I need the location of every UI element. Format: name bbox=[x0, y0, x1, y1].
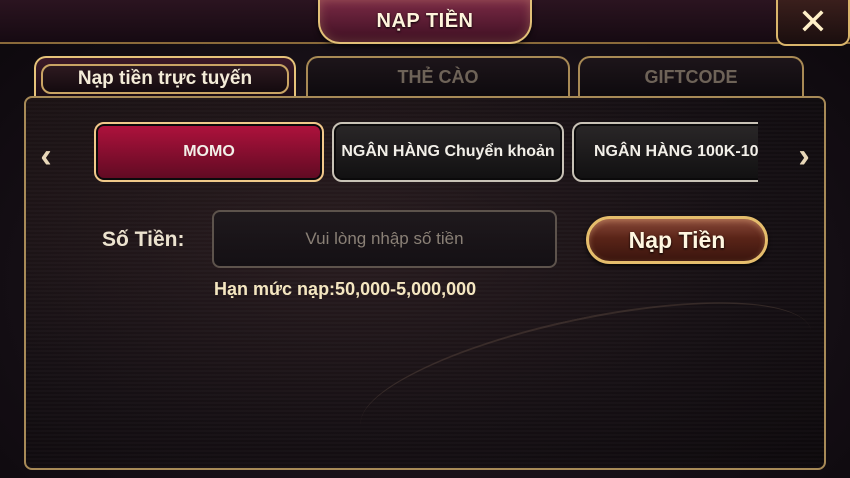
tab-label: GIFTCODE bbox=[644, 66, 738, 87]
tab-online-deposit-inner: Nạp tiền trực tuyến bbox=[41, 64, 289, 94]
method-bank-100k[interactable]: NGÂN HÀNG 100K-10 bbox=[572, 122, 758, 182]
method-label: MOMO bbox=[183, 143, 235, 160]
close-icon: ✕ bbox=[797, 1, 829, 42]
title-plate: NẠP TIỀN bbox=[318, 0, 532, 44]
tab-label: THẺ CÀO bbox=[397, 66, 479, 87]
chevron-left-icon[interactable]: ‹ bbox=[34, 137, 58, 175]
tab-card[interactable]: THẺ CÀO bbox=[306, 56, 570, 96]
amount-input[interactable] bbox=[212, 210, 557, 268]
close-button[interactable]: ✕ bbox=[776, 0, 850, 46]
payment-method-list: MOMO NGÂN HÀNG Chuyển khoản NGÂN HÀNG 10… bbox=[92, 122, 758, 184]
method-momo[interactable]: MOMO bbox=[94, 122, 324, 182]
deposit-dialog: NẠP TIỀN ✕ Nạp tiền trực tuyến THẺ CÀO G… bbox=[0, 0, 850, 478]
deposit-limit-text: Hạn mức nạp:50,000-5,000,000 bbox=[214, 279, 477, 299]
deposit-button-label: Nạp Tiền bbox=[628, 226, 726, 253]
method-label: NGÂN HÀNG 100K-10 bbox=[594, 143, 758, 160]
deposit-button[interactable]: Nạp Tiền bbox=[586, 216, 768, 264]
tab-giftcode[interactable]: GIFTCODE bbox=[578, 56, 804, 96]
page-title: NẠP TIỀN bbox=[376, 9, 474, 32]
amount-label: Số Tiền: bbox=[102, 228, 185, 251]
tab-online-deposit[interactable]: Nạp tiền trực tuyến bbox=[34, 56, 296, 96]
chevron-right-icon[interactable]: › bbox=[792, 137, 816, 175]
tab-label: Nạp tiền trực tuyến bbox=[77, 68, 253, 89]
method-bank-transfer[interactable]: NGÂN HÀNG Chuyển khoản bbox=[332, 122, 564, 182]
method-label: NGÂN HÀNG Chuyển khoản bbox=[341, 143, 555, 160]
background-decoration bbox=[348, 271, 824, 478]
